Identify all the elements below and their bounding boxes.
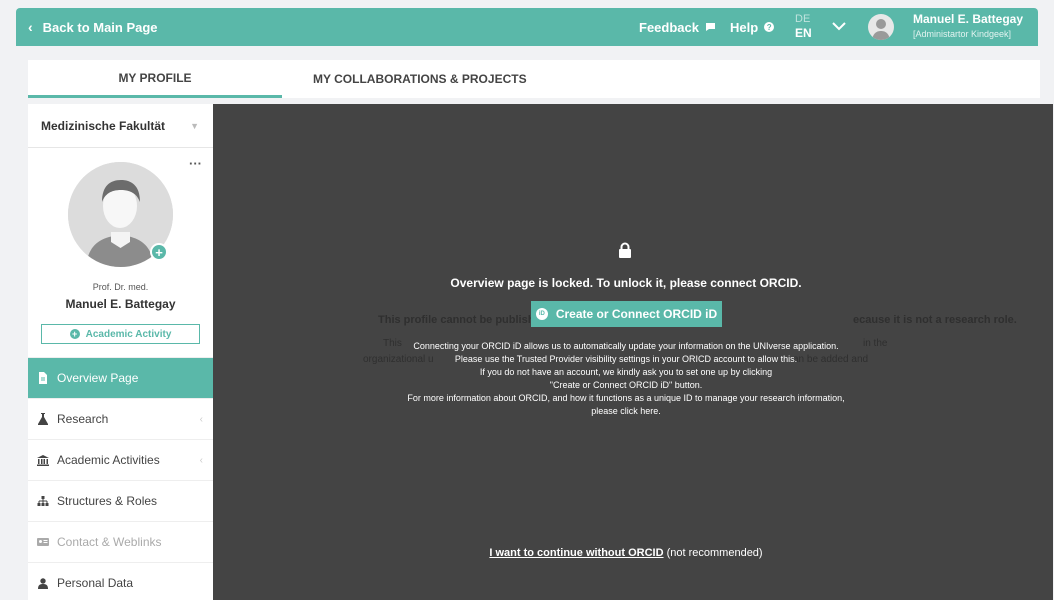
profile-tabs: MY PROFILE MY COLLABORATIONS & PROJECTS <box>28 60 1040 98</box>
info-link-click-here[interactable]: please click here. <box>213 405 1039 418</box>
info-line: Connecting your ORCID iD allows us to au… <box>413 341 839 351</box>
sidebar-item-structures-roles[interactable]: Structures & Roles <box>28 481 213 522</box>
sidebar-item-overview[interactable]: Overview Page <box>28 358 213 399</box>
sidebar-item-label: Research <box>57 412 109 426</box>
academic-title: Prof. Dr. med. <box>92 282 149 292</box>
user-name: Manuel E. Battegay <box>913 12 1024 26</box>
sidebar-item-academic-activities[interactable]: Academic Activities ‹ <box>28 440 213 481</box>
continue-without-orcid-link[interactable]: I want to continue without ORCID <box>489 547 663 559</box>
info-line: For more information about ORCID, and ho… <box>407 393 845 403</box>
not-recommended-note: (not recommended) <box>663 547 763 559</box>
user-role: [Administartor Kindgeek] <box>913 29 1012 39</box>
lang-en-option[interactable]: EN <box>795 26 812 40</box>
orcid-info-text: Connecting your ORCID iD allows us to au… <box>213 340 1039 418</box>
info-line: Please use the Trusted Provider visibili… <box>454 354 798 364</box>
sidebar-item-label: Overview Page <box>57 371 139 385</box>
language-switcher: DE EN <box>795 12 812 40</box>
sidebar-item-label: Structures & Roles <box>57 494 158 508</box>
sitemap-icon <box>37 495 49 507</box>
document-icon <box>37 372 49 384</box>
feedback-button[interactable]: Feedback <box>639 8 716 46</box>
back-to-main-button[interactable]: ‹ Back to Main Page <box>28 8 158 46</box>
help-label: Help <box>730 19 759 35</box>
background-text: ecause it is not a research role. <box>853 314 1017 326</box>
question-icon: ? <box>764 22 775 32</box>
academic-activity-button[interactable]: + Academic Activity <box>41 324 200 344</box>
continue-without-orcid: I want to continue without ORCID (not re… <box>213 547 1039 559</box>
academic-activity-label: Academic Activity <box>85 328 172 340</box>
profile-card: ··· + Prof. Dr. med. Manuel E. Battegay … <box>28 148 213 358</box>
info-line: "Create or Connect ORCID iD" button. <box>549 380 703 390</box>
top-header-bar: ‹ Back to Main Page Feedback Help ? DE E… <box>16 8 1038 46</box>
add-photo-button[interactable]: + <box>150 243 168 261</box>
user-icon <box>37 577 49 589</box>
locked-overview-overlay: This profile cannot be publishe ecause i… <box>213 104 1053 600</box>
institution-icon <box>37 454 49 466</box>
create-connect-orcid-button[interactable]: iD Create or Connect ORCID iD <box>531 301 722 327</box>
user-info[interactable]: Manuel E. Battegay [Administartor Kindge… <box>913 12 1023 39</box>
orcid-icon: iD <box>535 308 548 320</box>
comment-icon <box>705 23 715 31</box>
user-avatar[interactable] <box>868 14 894 40</box>
chevron-left-icon: ‹ <box>199 413 203 425</box>
feedback-label: Feedback <box>639 19 699 35</box>
background-text: This profile cannot be publishe <box>378 314 541 326</box>
lang-de-option[interactable]: DE <box>795 12 812 26</box>
flask-icon <box>37 413 49 425</box>
sidebar-item-label: Academic Activities <box>57 453 160 467</box>
info-line: If you do not have an account, we kindly… <box>479 367 773 377</box>
help-button[interactable]: Help ? <box>730 8 775 46</box>
back-label: Back to Main Page <box>42 19 158 35</box>
chevron-down-icon[interactable] <box>831 16 847 36</box>
sidebar-item-personal-data[interactable]: Personal Data <box>28 563 213 600</box>
profile-name: Manuel E. Battegay <box>65 297 176 311</box>
lock-icon <box>619 242 631 258</box>
plus-circle-icon: + <box>69 329 80 339</box>
caret-down-icon: ▼ <box>190 120 199 131</box>
tab-my-collaborations[interactable]: MY COLLABORATIONS & PROJECTS <box>282 60 592 98</box>
orcid-button-label: Create or Connect ORCID iD <box>555 307 718 321</box>
sidebar-item-contact-weblinks[interactable]: Contact & Weblinks <box>28 522 213 563</box>
more-options-icon[interactable]: ··· <box>189 156 202 171</box>
locked-message: Overview page is locked. To unlock it, p… <box>450 276 802 290</box>
sidebar-item-label: Personal Data <box>57 576 134 590</box>
chevron-left-icon: ‹ <box>199 454 203 466</box>
address-card-icon <box>37 537 49 547</box>
chevron-left-icon: ‹ <box>28 19 33 35</box>
sidebar-item-label: Contact & Weblinks <box>57 535 162 549</box>
sidebar-item-research[interactable]: Research ‹ <box>28 399 213 440</box>
faculty-select[interactable]: Medizinische Fakultät ▼ <box>28 104 213 148</box>
faculty-label: Medizinische Fakultät <box>41 118 166 133</box>
sidebar: Medizinische Fakultät ▼ ··· + Prof. Dr. … <box>28 104 213 600</box>
tab-my-profile[interactable]: MY PROFILE <box>28 60 282 98</box>
